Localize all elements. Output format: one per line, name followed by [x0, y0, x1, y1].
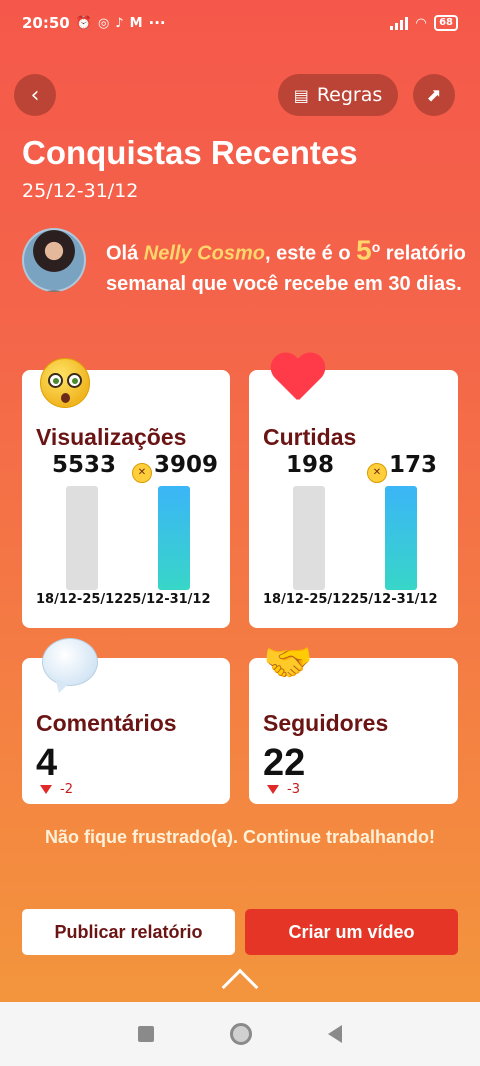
- dizzy-face-icon: ✕: [132, 463, 152, 483]
- likes-periods: 18/12-25/12 25/12-31/12: [263, 592, 450, 607]
- comments-delta-value: -2: [60, 782, 73, 797]
- ordinal-suffix: o: [371, 239, 381, 255]
- battery-icon: 68: [434, 15, 458, 31]
- likes-current-value: 173: [389, 452, 438, 478]
- likes-previous-value: 198: [286, 452, 335, 478]
- likes-current-bar: [385, 486, 417, 590]
- date-range: 25/12-31/12: [22, 180, 139, 202]
- likes-current-period: 25/12-31/12: [350, 592, 438, 607]
- encouragement-text: Não fique frustrado(a). Continue trabalh…: [45, 827, 435, 847]
- comments-title: Comentários: [36, 710, 177, 736]
- down-triangle-icon: [267, 785, 279, 794]
- gmail-icon: M: [129, 15, 143, 31]
- whatsapp-icon: ◎: [97, 15, 110, 31]
- down-triangle-icon: [40, 785, 52, 794]
- dizzy-face-icon: ✕: [367, 463, 387, 483]
- greeting-middle: , este é o: [264, 242, 357, 265]
- views-periods: 18/12-25/12 25/12-31/12: [36, 592, 222, 607]
- likes-previous-bar: [293, 486, 325, 590]
- views-current-bar: [158, 486, 190, 590]
- greeting-prefix: Olá: [106, 242, 144, 265]
- tiktok-icon: ♪: [115, 15, 124, 31]
- wifi-icon: ◠: [416, 15, 427, 31]
- alarm-icon: ⏰: [75, 15, 92, 31]
- views-previous-period: 18/12-25/12: [36, 592, 124, 607]
- create-video-button[interactable]: Criar um vídeo: [245, 909, 458, 955]
- followers-card: 🤝 Seguidores 22 -3: [249, 640, 458, 804]
- followers-delta-value: -3: [287, 782, 300, 797]
- likes-title: Curtidas: [263, 424, 357, 450]
- followers-value: 22: [263, 742, 306, 784]
- system-nav-bar: [0, 1002, 480, 1066]
- views-current-period: 25/12-31/12: [123, 592, 211, 607]
- share-icon: ⬈: [426, 84, 442, 106]
- likes-card: Curtidas 198 ✕ 173 18/12-25/12 25/12-31/12: [249, 370, 458, 628]
- greeting-text: Olá Nelly Cosmo, este é o 5o relatório s…: [106, 232, 466, 299]
- comments-value: 4: [36, 742, 58, 784]
- views-previous-value: 5533: [52, 452, 117, 478]
- views-previous-bar: [66, 486, 98, 590]
- followers-title: Seguidores: [263, 710, 389, 736]
- views-title: Visualizações: [36, 424, 187, 450]
- back-button[interactable]: ‹: [14, 74, 56, 116]
- followers-delta: -3: [267, 782, 300, 797]
- avatar: [22, 228, 86, 292]
- views-card: Visualizações 5533 ✕ 3909 18/12-25/12 25/1…: [22, 358, 230, 628]
- rules-label: Regras: [316, 84, 383, 106]
- signal-icon: [390, 16, 409, 30]
- back-nav-button[interactable]: [328, 1025, 342, 1043]
- heart-icon: [269, 354, 325, 404]
- astonished-face-icon: [40, 358, 90, 408]
- report-number: 5: [356, 234, 372, 266]
- document-icon: ▤: [293, 85, 309, 105]
- comments-delta: -2: [40, 782, 73, 797]
- recents-button[interactable]: [138, 1026, 154, 1042]
- share-button[interactable]: ⬈: [413, 74, 455, 116]
- status-bar: 20:50 ⏰ ◎ ♪ M ··· ◠ 68: [0, 0, 480, 46]
- clock: 20:50: [22, 14, 70, 32]
- user-name: Nelly Cosmo: [143, 242, 265, 265]
- publish-report-button[interactable]: Publicar relatório: [22, 909, 235, 955]
- more-notifications: ···: [148, 14, 166, 32]
- home-button[interactable]: [230, 1023, 252, 1045]
- speech-bubble-icon: [42, 638, 98, 686]
- page-title: Conquistas Recentes: [22, 134, 358, 171]
- rules-button[interactable]: ▤ Regras: [278, 74, 398, 116]
- likes-previous-period: 18/12-25/12: [263, 592, 351, 607]
- handshake-icon: 🤝: [263, 640, 313, 686]
- chevron-left-icon: ‹: [30, 82, 40, 108]
- views-current-value: 3909: [154, 452, 219, 478]
- chevron-up-icon[interactable]: [221, 968, 259, 1006]
- comments-card: Comentários 4 -2: [22, 638, 230, 804]
